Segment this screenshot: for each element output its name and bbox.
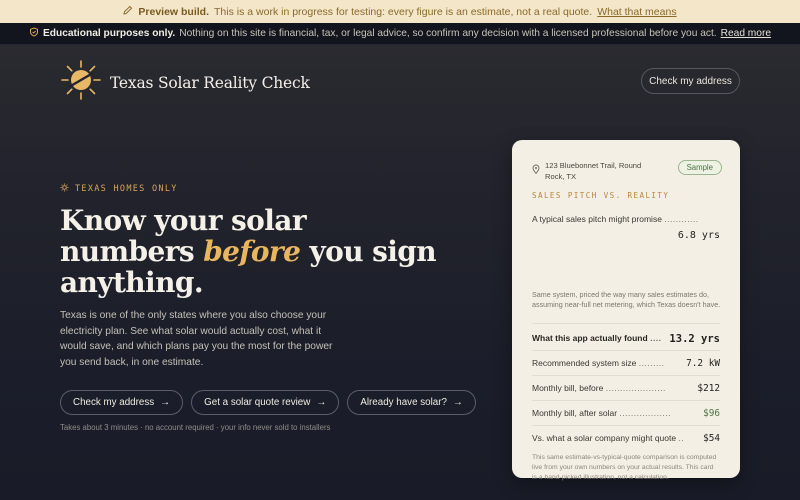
hero-footnote: Takes about 3 minutes · no account requi… [60, 423, 331, 432]
divider [532, 400, 720, 401]
pitch-value: 6.8 yrs [677, 230, 720, 241]
divider [532, 375, 720, 376]
leader-dots: .... [650, 333, 662, 343]
preview-banner: Preview build. This is a work in progres… [0, 0, 800, 23]
what-that-means-link[interactable]: What that means [597, 6, 676, 18]
leader-dots: .................. [619, 408, 671, 418]
bill-after-row: Monthly bill, after solar ..............… [532, 408, 720, 419]
pitch-value-row: 6.8 yrs [532, 230, 720, 242]
eyebrow-text: TEXAS HOMES ONLY [75, 184, 178, 194]
leader-dots: .. [678, 433, 685, 443]
sample-badge: Sample [677, 160, 722, 175]
card-section-title: SALES PITCH VS. REALITY [532, 191, 670, 200]
pencil-icon [123, 5, 133, 18]
bill-after-value: $96 [703, 408, 720, 419]
education-banner: Educational purposes only. Nothing on th… [0, 23, 800, 45]
quote-compare-label: Vs. what a solar company might quote [532, 433, 677, 443]
page-title: Know your solar numbers before you sign … [60, 205, 440, 298]
read-more-link[interactable]: Read more [721, 28, 771, 39]
preview-bold: Preview build. [138, 5, 210, 18]
quote-review-label: Get a solar quote review [204, 397, 311, 408]
bill-before-label: Monthly bill, before [532, 383, 604, 393]
found-label: What this app actually found [532, 333, 648, 343]
leader-dots: ..................... [605, 383, 666, 393]
system-size-label: Recommended system size [532, 358, 637, 368]
divider [532, 425, 720, 426]
system-size-value: 7.2 kW [686, 358, 720, 369]
sun-logo-icon [60, 59, 102, 106]
system-size-row: Recommended system size ......... 7.2 kW [532, 358, 720, 369]
edu-bold: Educational purposes only. [42, 28, 176, 39]
quote-review-button[interactable]: Get a solar quote review → [191, 390, 340, 415]
cta-row: Check my address → Get a solar quote rev… [60, 390, 476, 415]
eyebrow: TEXAS HOMES ONLY [60, 183, 178, 195]
bill-before-value: $212 [697, 383, 720, 394]
already-have-solar-button[interactable]: Already have solar? → [347, 390, 476, 415]
card-address-row: 123 Bluebonnet Trail, Round Rock, TX Sam… [532, 160, 722, 182]
pitch-label: A typical sales pitch might promise [532, 214, 662, 224]
shield-icon [29, 27, 39, 40]
quote-compare-value: $54 [703, 433, 720, 444]
found-value: 13.2 yrs [669, 333, 720, 345]
check-address-button[interactable]: Check my address → [60, 390, 184, 415]
arrow-right-icon: → [452, 397, 463, 408]
nav-check-address-button[interactable]: Check my address [641, 68, 740, 94]
sample-result-card: 123 Bluebonnet Trail, Round Rock, TX Sam… [512, 140, 740, 481]
divider [532, 350, 720, 351]
already-have-solar-label: Already have solar? [360, 397, 447, 408]
leader-dots: ............ [664, 214, 699, 224]
card-address: 123 Bluebonnet Trail, Round Rock, TX [545, 161, 642, 181]
card-disclaimer: This same estimate-vs-typical-quote comp… [532, 454, 717, 481]
sun-small-icon [60, 183, 69, 195]
leader-dots: ......... [638, 358, 665, 368]
bill-after-label: Monthly bill, after solar [532, 408, 618, 418]
check-address-label: Check my address [73, 397, 155, 408]
found-row: What this app actually found .... 13.2 y… [532, 333, 720, 345]
arrow-right-icon: → [160, 397, 171, 408]
brand-name: Texas Solar Reality Check [110, 73, 310, 92]
headline-emphasis: before [203, 235, 301, 268]
arrow-right-icon: → [316, 397, 327, 408]
location-pin-icon [532, 161, 540, 179]
edu-text: Nothing on this site is financial, tax, … [179, 28, 717, 39]
pitch-note: Same system, priced the way many sales e… [532, 290, 721, 309]
divider [532, 323, 720, 324]
hero-description: Texas is one of the only states where yo… [60, 310, 333, 368]
hero-section: Texas Solar Reality Check Check my addre… [0, 45, 800, 500]
preview-text: This is a work in progress for testing: … [214, 5, 593, 18]
quote-compare-row: Vs. what a solar company might quote .. … [532, 433, 720, 444]
bill-before-row: Monthly bill, before ...................… [532, 383, 720, 394]
brand[interactable]: Texas Solar Reality Check [60, 59, 310, 106]
pitch-row: A typical sales pitch might promise ....… [532, 214, 720, 224]
